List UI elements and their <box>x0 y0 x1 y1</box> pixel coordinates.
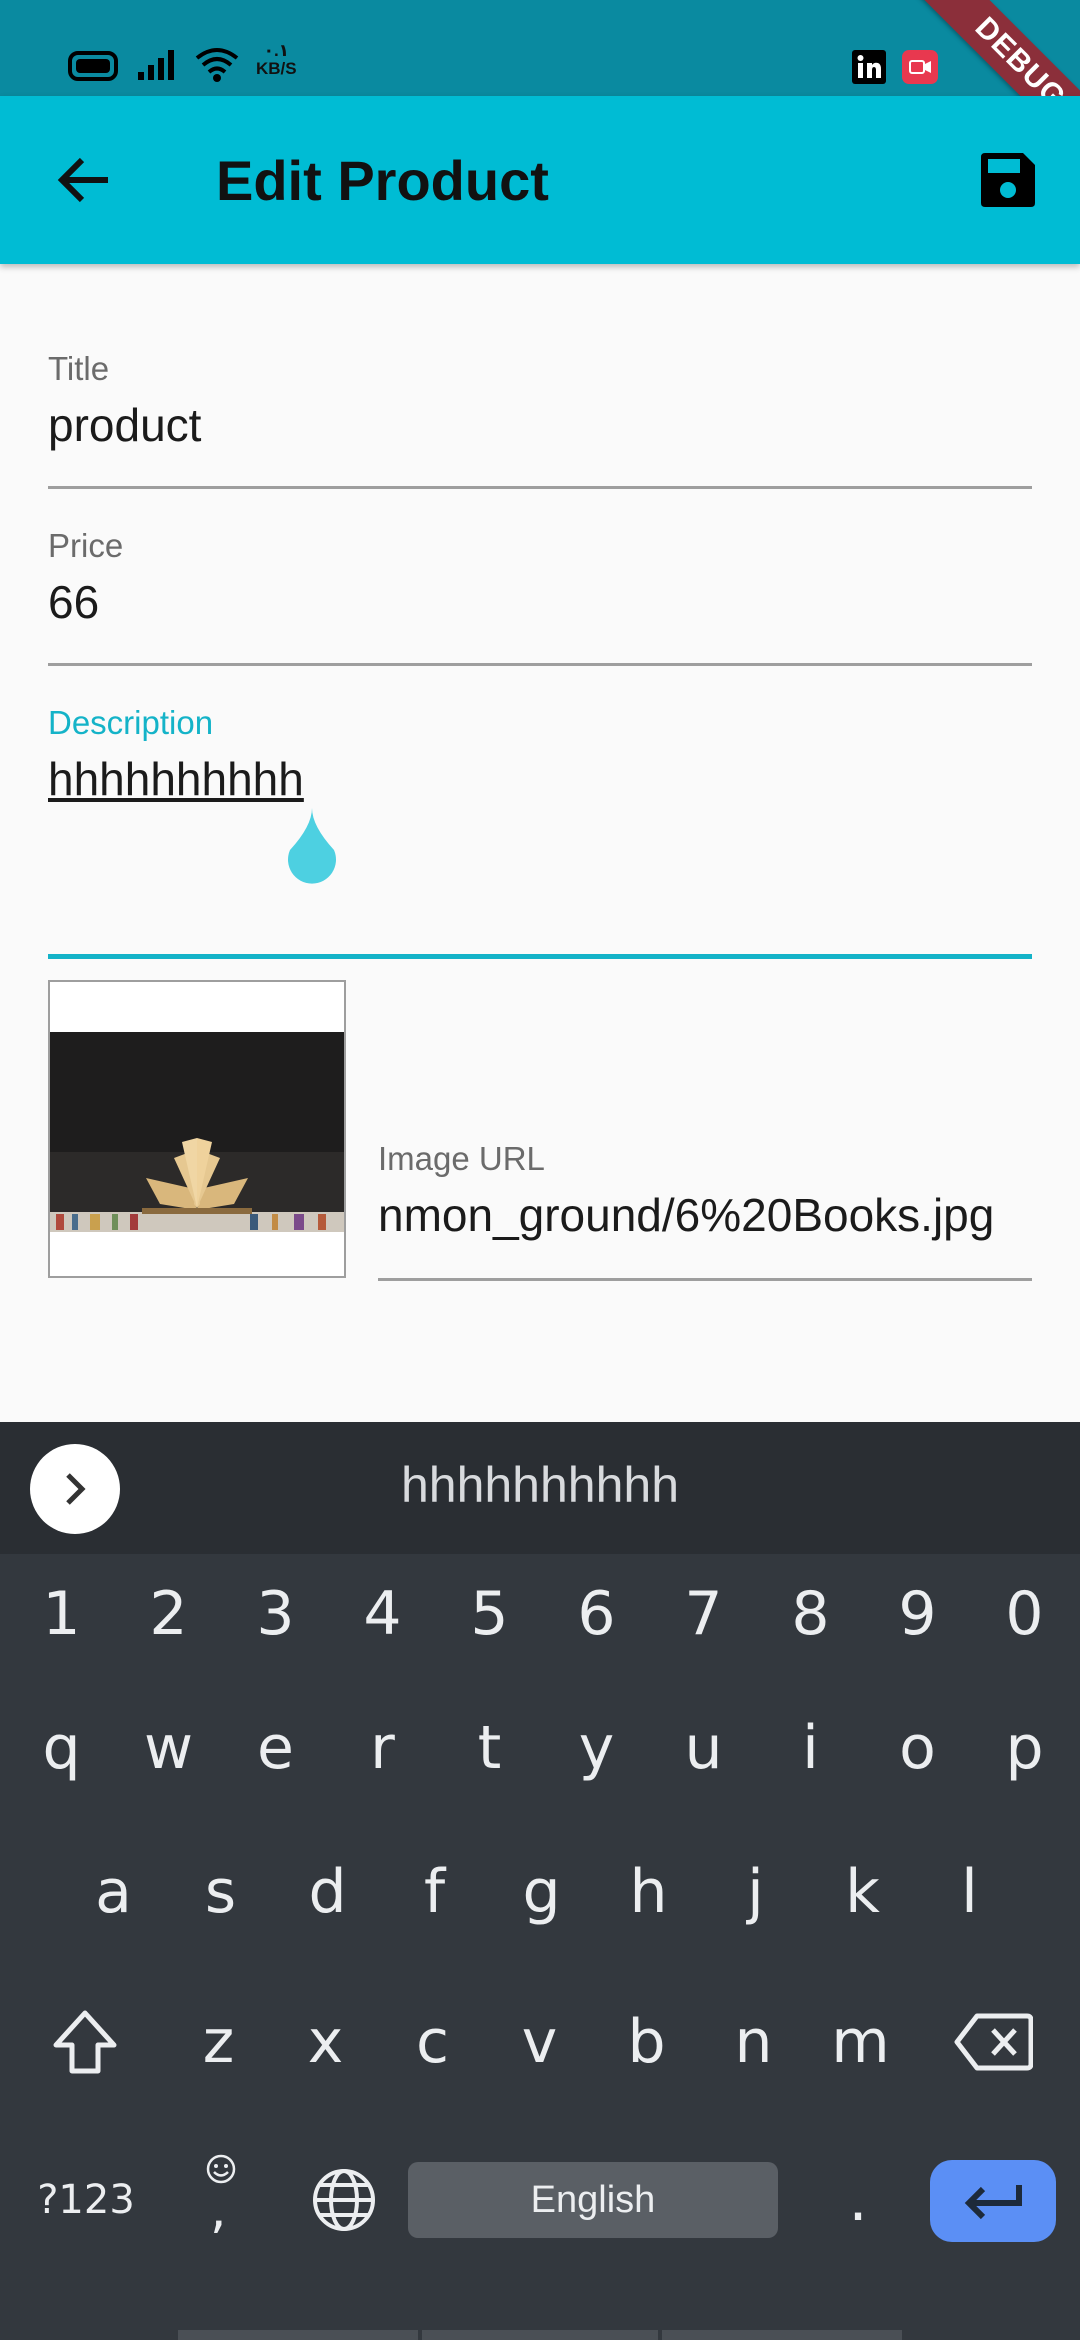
text-cursor-handle[interactable] <box>278 806 346 886</box>
key-e[interactable]: e <box>222 1688 329 1808</box>
nav-hint-center <box>422 2330 658 2340</box>
language-key[interactable] <box>284 2140 404 2260</box>
battery-icon <box>68 51 118 81</box>
key-8[interactable]: 8 <box>757 1554 864 1674</box>
wifi-icon <box>195 48 239 82</box>
number-row: 1234567890 <box>0 1554 1080 1694</box>
nav-hint-left <box>178 2330 418 2340</box>
key-f[interactable]: f <box>381 1832 488 1952</box>
key-p[interactable]: p <box>971 1688 1078 1808</box>
screen-record-icon <box>902 50 938 84</box>
arrow-back-icon <box>57 157 108 203</box>
image-url-value: nmon_ground/6%20Books.jpg <box>378 1189 995 1241</box>
comma-emoji-key[interactable]: , <box>160 2140 280 2260</box>
comma-label: , <box>210 2180 227 2240</box>
shift-icon <box>53 2010 117 2074</box>
price-underline <box>48 663 1032 666</box>
keyboard-suggestion[interactable]: hhhhhhhhhh <box>0 1456 1080 1514</box>
nav-hint-right <box>662 2330 902 2340</box>
backspace-icon <box>954 2013 1033 2071</box>
image-url-field[interactable]: Image URL nmon_ground/6%20Books.jpg <box>378 1140 1032 1281</box>
key-z[interactable]: z <box>165 1982 272 2102</box>
title-value: product <box>48 399 202 451</box>
backspace-key[interactable] <box>930 1982 1056 2102</box>
linkedin-icon <box>852 50 886 84</box>
image-url-label: Image URL <box>378 1140 545 1177</box>
key-9[interactable]: 9 <box>864 1554 971 1674</box>
key-3[interactable]: 3 <box>222 1554 329 1674</box>
key-b[interactable]: b <box>593 1982 700 2102</box>
title-label: Title <box>48 350 110 387</box>
network-speed: ٠.١ KB/S <box>256 41 297 78</box>
shift-key[interactable] <box>22 1982 148 2102</box>
save-button[interactable] <box>968 140 1048 220</box>
key-1[interactable]: 1 <box>8 1554 115 1674</box>
key-w[interactable]: w <box>115 1688 222 1808</box>
key-k[interactable]: k <box>809 1832 916 1952</box>
key-5[interactable]: 5 <box>436 1554 543 1674</box>
title-underline <box>48 486 1032 489</box>
key-q[interactable]: q <box>8 1688 115 1808</box>
key-2[interactable]: 2 <box>115 1554 222 1674</box>
keyboard-suggestion-bar: hhhhhhhhhh <box>0 1422 1080 1554</box>
back-button[interactable] <box>40 136 128 224</box>
signal-icon <box>138 50 174 80</box>
status-bar: ٠.١ KB/S DEBUG <box>0 0 1080 172</box>
key-v[interactable]: v <box>486 1982 593 2102</box>
title-field[interactable]: Title product <box>48 350 1032 490</box>
key-7[interactable]: 7 <box>650 1554 757 1674</box>
letter-row-2: asdfghjkl <box>0 1832 1080 1972</box>
description-value: hhhhhhhhhh <box>48 753 304 805</box>
key-u[interactable]: u <box>650 1688 757 1808</box>
app-bar: Edit Product <box>0 96 1080 264</box>
key-r[interactable]: r <box>329 1688 436 1808</box>
price-label: Price <box>48 527 124 564</box>
key-m[interactable]: m <box>807 1982 914 2102</box>
key-s[interactable]: s <box>167 1832 274 1952</box>
price-field[interactable]: Price 66 <box>48 527 1032 667</box>
keyboard-expand-button[interactable] <box>30 1444 120 1534</box>
key-h[interactable]: h <box>595 1832 702 1952</box>
letter-row-1: qwertyuiop <box>0 1688 1080 1828</box>
key-x[interactable]: x <box>272 1982 379 2102</box>
letter-row-3: zxcvbnm <box>0 1982 1080 2122</box>
key-t[interactable]: t <box>436 1688 543 1808</box>
key-a[interactable]: a <box>60 1832 167 1952</box>
key-o[interactable]: o <box>864 1688 971 1808</box>
key-4[interactable]: 4 <box>329 1554 436 1674</box>
description-label: Description <box>48 704 214 741</box>
save-icon <box>981 153 1035 207</box>
keyboard: 1234567890 qwertyuiop asdfghjkl zxcvbnm … <box>0 1554 1080 2340</box>
key-j[interactable]: j <box>702 1832 809 1952</box>
description-underline <box>48 954 1032 959</box>
enter-key[interactable] <box>930 2160 1056 2242</box>
books-image <box>50 1032 344 1232</box>
space-key[interactable]: English <box>408 2162 778 2238</box>
key-l[interactable]: l <box>916 1832 1023 1952</box>
image-url-underline <box>378 1278 1032 1281</box>
page-title: Edit Product <box>216 149 549 212</box>
description-field[interactable]: Description hhhhhhhhhh <box>48 704 1032 960</box>
symbols-key[interactable]: ?123 <box>20 2140 152 2260</box>
key-g[interactable]: g <box>488 1832 595 1952</box>
key-y[interactable]: y <box>543 1688 650 1808</box>
image-preview <box>48 980 346 1278</box>
chevron-right-icon <box>66 1473 86 1505</box>
key-d[interactable]: d <box>274 1832 381 1952</box>
key-c[interactable]: c <box>379 1982 486 2102</box>
key-0[interactable]: 0 <box>971 1554 1078 1674</box>
globe-icon <box>313 2169 375 2231</box>
key-6[interactable]: 6 <box>543 1554 650 1674</box>
price-value: 66 <box>48 576 100 628</box>
enter-icon <box>964 2185 1022 2220</box>
period-key[interactable]: . <box>798 2140 918 2260</box>
key-i[interactable]: i <box>757 1688 864 1808</box>
key-n[interactable]: n <box>700 1982 807 2102</box>
